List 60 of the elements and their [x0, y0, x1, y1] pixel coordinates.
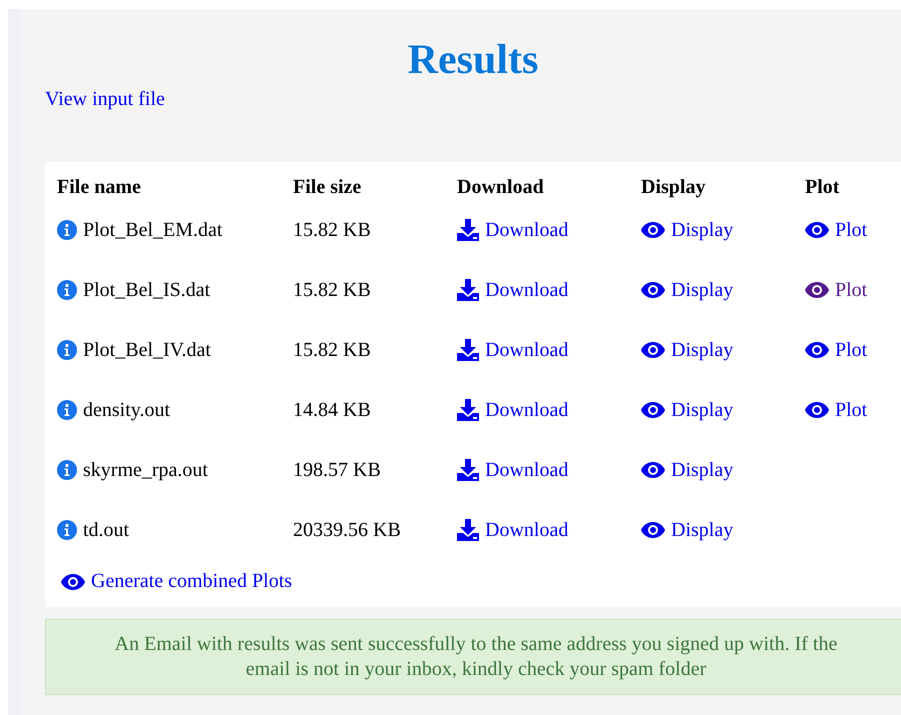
- download-link[interactable]: Download: [457, 458, 568, 482]
- column-header: Plot: [805, 176, 840, 198]
- file-name: td.out: [83, 518, 130, 542]
- display-link[interactable]: Display: [641, 398, 734, 422]
- eye-icon: [61, 574, 85, 590]
- file-name: density.out: [83, 398, 170, 422]
- eye-icon: [641, 402, 665, 418]
- download-link[interactable]: Download: [457, 218, 568, 242]
- column-header: File size: [293, 176, 362, 198]
- eye-icon: [641, 342, 665, 358]
- column-header: File name: [57, 176, 141, 198]
- column-header: Display: [641, 176, 706, 198]
- info-icon: [57, 280, 77, 300]
- eye-icon: [805, 342, 829, 358]
- info-icon: [57, 520, 77, 540]
- download-icon: [457, 519, 479, 542]
- display-link[interactable]: Display: [641, 338, 734, 362]
- file-size: 15.82 KB: [293, 338, 371, 360]
- eye-icon: [641, 282, 665, 298]
- combined-plots-link[interactable]: Generate combined Plots: [61, 570, 292, 593]
- file-size: 198.57 KB: [293, 458, 381, 480]
- eye-icon: [641, 222, 665, 238]
- column-header: Download: [457, 176, 544, 198]
- view-input-link[interactable]: View input file: [45, 88, 165, 110]
- file-size: 15.82 KB: [293, 218, 371, 240]
- display-link[interactable]: Display: [641, 218, 734, 242]
- eye-icon: [641, 462, 665, 478]
- display-link[interactable]: Display: [641, 458, 734, 482]
- file-name: Plot_Bel_EM.dat: [83, 218, 222, 242]
- download-icon: [457, 459, 479, 482]
- info-icon: [57, 400, 77, 420]
- success-alert: An Email with results was sent successfully to the same address you signed up with. If the email is not in your inbox, kindly check your spam folder: [45, 619, 901, 695]
- file-name: Plot_Bel_IV.dat: [83, 338, 211, 362]
- plot-link[interactable]: Plot: [805, 338, 868, 362]
- download-icon: [457, 279, 479, 302]
- info-icon: [57, 460, 77, 480]
- download-link[interactable]: Download: [457, 398, 568, 422]
- display-link[interactable]: Display: [641, 518, 734, 542]
- eye-icon: [641, 522, 665, 538]
- file-size: 14.84 KB: [293, 398, 371, 420]
- info-icon: [57, 340, 77, 360]
- eye-icon: [805, 222, 829, 238]
- file-size: 15.82 KB: [293, 278, 371, 300]
- download-link[interactable]: Download: [457, 278, 568, 302]
- eye-icon: [805, 402, 829, 418]
- plot-link[interactable]: Plot: [805, 218, 868, 242]
- page-title: Results: [408, 36, 538, 85]
- info-icon: [57, 220, 77, 240]
- download-link[interactable]: Download: [457, 518, 568, 542]
- file-name: Plot_Bel_IS.dat: [83, 278, 210, 302]
- download-icon: [457, 219, 479, 242]
- download-icon: [457, 399, 479, 422]
- eye-icon: [805, 282, 829, 298]
- download-link[interactable]: Download: [457, 338, 568, 362]
- plot-link[interactable]: Plot: [805, 398, 868, 422]
- download-icon: [457, 339, 479, 362]
- plot-link[interactable]: Plot: [805, 278, 868, 302]
- file-name: skyrme_rpa.out: [83, 458, 208, 482]
- file-size: 20339.56 KB: [293, 518, 401, 540]
- display-link[interactable]: Display: [641, 278, 734, 302]
